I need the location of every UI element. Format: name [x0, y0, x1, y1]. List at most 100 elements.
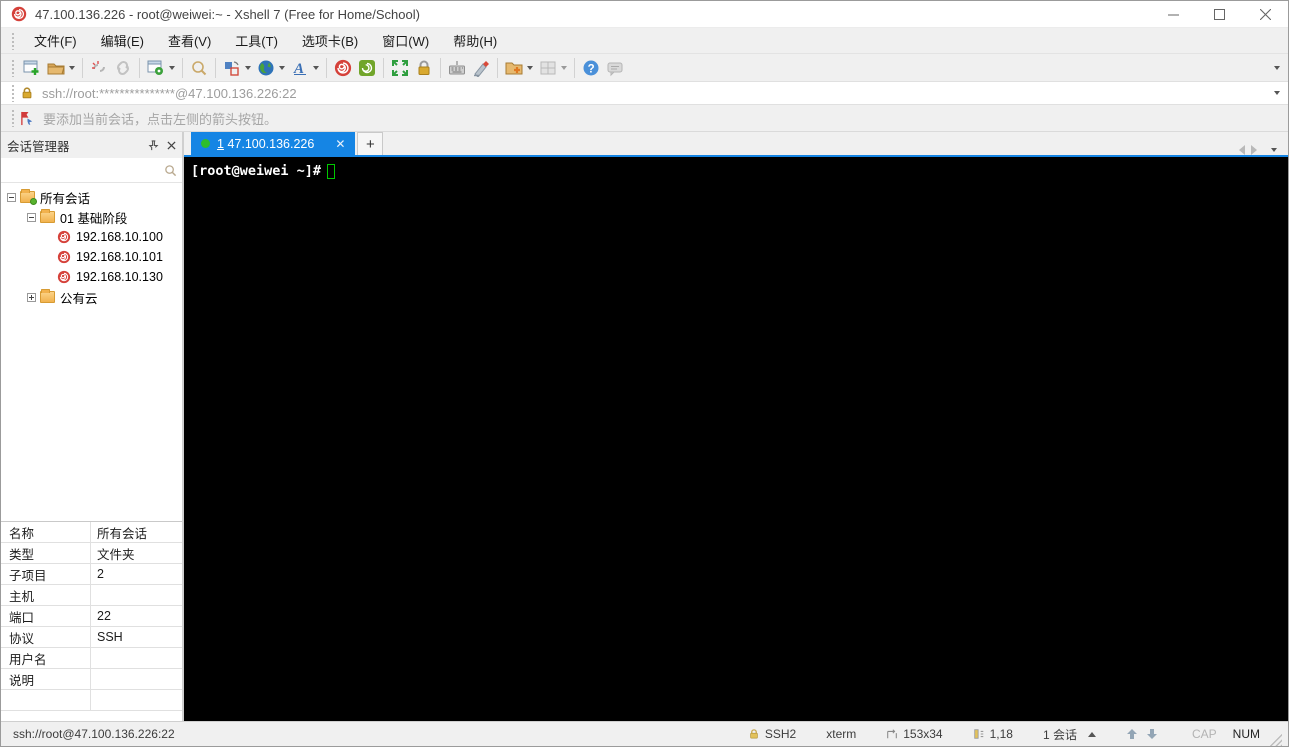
disconnect-button[interactable] [87, 57, 111, 79]
xshell-logo-icon [11, 6, 27, 22]
find-button[interactable] [187, 57, 211, 79]
tile-layout-caret[interactable] [561, 65, 567, 70]
main-area: 会话管理器 所有会话 01 基础阶段 192.168.10.100 192.16… [1, 131, 1288, 721]
tree-item-session-100[interactable]: 192.168.10.100 [1, 227, 182, 247]
session-icon [57, 230, 71, 244]
font-caret[interactable] [313, 65, 319, 70]
web-browser-caret[interactable] [279, 65, 285, 70]
session-search-input[interactable] [1, 158, 164, 182]
highlighter-button[interactable] [469, 57, 493, 79]
panel-close-icon[interactable] [167, 140, 176, 150]
address-url[interactable]: ssh://root:***************@47.100.136.22… [42, 86, 297, 101]
menu-help[interactable]: 帮助(H) [443, 28, 507, 53]
info-bar: 要添加当前会话，点击左侧的箭头按钮。 [1, 105, 1288, 131]
status-protocol[interactable]: SSH2 [748, 727, 796, 741]
menubar-grip[interactable] [11, 31, 15, 50]
new-tab-button[interactable]: + [357, 132, 384, 155]
resize-grip[interactable] [1270, 734, 1282, 746]
property-row: 主机 [1, 585, 182, 606]
tree-item-session-101[interactable]: 192.168.10.101 [1, 247, 182, 267]
web-browser-button[interactable] [254, 57, 278, 79]
connected-status-dot [201, 139, 210, 148]
collapse-icon[interactable] [27, 212, 36, 222]
status-connection-url: ssh://root@47.100.136.226:22 [13, 727, 175, 741]
toolbar-separator [139, 57, 140, 78]
cursor-position-icon [973, 729, 983, 739]
tile-layout-button[interactable] [536, 57, 560, 79]
menu-tools[interactable]: 工具(T) [225, 28, 288, 53]
status-terminal-size[interactable]: 153x34 [886, 727, 943, 741]
session-properties-button[interactable] [144, 57, 168, 79]
scroll-down-icon[interactable] [1146, 728, 1158, 740]
session-tree: 所有会话 01 基础阶段 192.168.10.100 192.168.10.1… [1, 183, 182, 521]
help-button[interactable]: ? [579, 57, 603, 79]
session-manager-title: 会话管理器 [7, 139, 70, 154]
menu-window[interactable]: 窗口(W) [372, 28, 439, 53]
new-session-folder-caret[interactable] [527, 65, 533, 70]
xshell-button[interactable] [331, 57, 355, 79]
menu-edit[interactable]: 编辑(E) [91, 28, 154, 53]
addressbar-grip[interactable] [11, 84, 15, 102]
toolbar-separator [383, 57, 384, 78]
lock-screen-button[interactable] [412, 57, 436, 79]
toolbar-grip[interactable] [11, 58, 15, 77]
tab-scroll-left-icon[interactable] [1239, 145, 1245, 155]
fullscreen-button[interactable] [388, 57, 412, 79]
menu-file[interactable]: 文件(F) [24, 28, 87, 53]
pin-icon[interactable] [148, 139, 159, 151]
scroll-up-icon[interactable] [1126, 728, 1138, 740]
menu-bar: 文件(F) 编辑(E) 查看(V) 工具(T) 选项卡(B) 窗口(W) 帮助(… [1, 27, 1288, 53]
tree-item-session-130[interactable]: 192.168.10.130 [1, 267, 182, 287]
tab-active-session[interactable]: 1 47.100.136.226 ✕ [191, 132, 356, 155]
collapse-icon[interactable] [7, 192, 16, 202]
toolbar-separator [82, 57, 83, 78]
tree-item-folder-01[interactable]: 01 基础阶段 [1, 207, 182, 227]
property-row: 说明 [1, 669, 182, 690]
status-bar: ssh://root@47.100.136.226:22 SSH2 xterm … [1, 721, 1288, 746]
toolbar: A ? [1, 53, 1288, 81]
status-terminal-type[interactable]: xterm [826, 727, 856, 741]
tab-bar: 1 47.100.136.226 ✕ + [184, 132, 1288, 157]
status-session-count[interactable]: 1 会话 [1043, 726, 1096, 743]
menu-tabs[interactable]: 选项卡(B) [292, 28, 368, 53]
tab-list-caret[interactable] [1271, 148, 1277, 152]
close-button[interactable] [1242, 1, 1288, 27]
tree-item-folder-public-cloud[interactable]: 公有云 [1, 287, 182, 307]
menu-view[interactable]: 查看(V) [158, 28, 221, 53]
expand-icon[interactable] [27, 292, 36, 302]
arrange-layout-button[interactable] [220, 57, 244, 79]
toolbar-separator [215, 57, 216, 78]
session-manager-panel: 会话管理器 所有会话 01 基础阶段 192.168.10.100 192.16… [1, 132, 184, 721]
maximize-button[interactable] [1196, 1, 1242, 27]
session-properties-caret[interactable] [169, 65, 175, 70]
status-cursor-position[interactable]: 1,18 [973, 727, 1013, 741]
tab-close-icon[interactable]: ✕ [335, 137, 345, 151]
feedback-button[interactable] [603, 57, 627, 79]
font-button[interactable]: A [288, 57, 312, 79]
address-bar[interactable]: ssh://root:***************@47.100.136.22… [1, 81, 1288, 105]
terminal-screen[interactable]: [root@weiwei ~]# [184, 157, 1288, 721]
minimize-button[interactable] [1150, 1, 1196, 27]
arrange-layout-caret[interactable] [245, 65, 251, 70]
virtual-keyboard-button[interactable] [445, 57, 469, 79]
new-session-folder-button[interactable] [502, 57, 526, 79]
search-icon[interactable] [164, 164, 177, 177]
add-session-flag-icon[interactable] [20, 111, 35, 126]
num-lock-indicator: NUM [1232, 727, 1260, 741]
address-history-caret[interactable] [1274, 91, 1280, 95]
infobar-grip[interactable] [11, 109, 15, 127]
new-session-button[interactable] [20, 57, 44, 79]
title-bar: 47.100.136.226 - root@weiwei:~ - Xshell … [1, 1, 1288, 27]
reconnect-button[interactable] [111, 57, 135, 79]
ssh-lock-icon [750, 729, 758, 739]
property-row: 名称 所有会话 [1, 522, 182, 543]
tab-scroll-right-icon[interactable] [1251, 145, 1257, 155]
open-folder-caret[interactable] [69, 65, 75, 70]
toolbar-overflow-caret[interactable] [1274, 65, 1280, 70]
toolbar-separator [497, 57, 498, 78]
tree-item-all-sessions[interactable]: 所有会话 [1, 187, 182, 207]
open-folder-button[interactable] [44, 57, 68, 79]
xftp-button[interactable] [355, 57, 379, 79]
resize-icon [887, 729, 898, 739]
window-title: 47.100.136.226 - root@weiwei:~ - Xshell … [35, 6, 420, 22]
